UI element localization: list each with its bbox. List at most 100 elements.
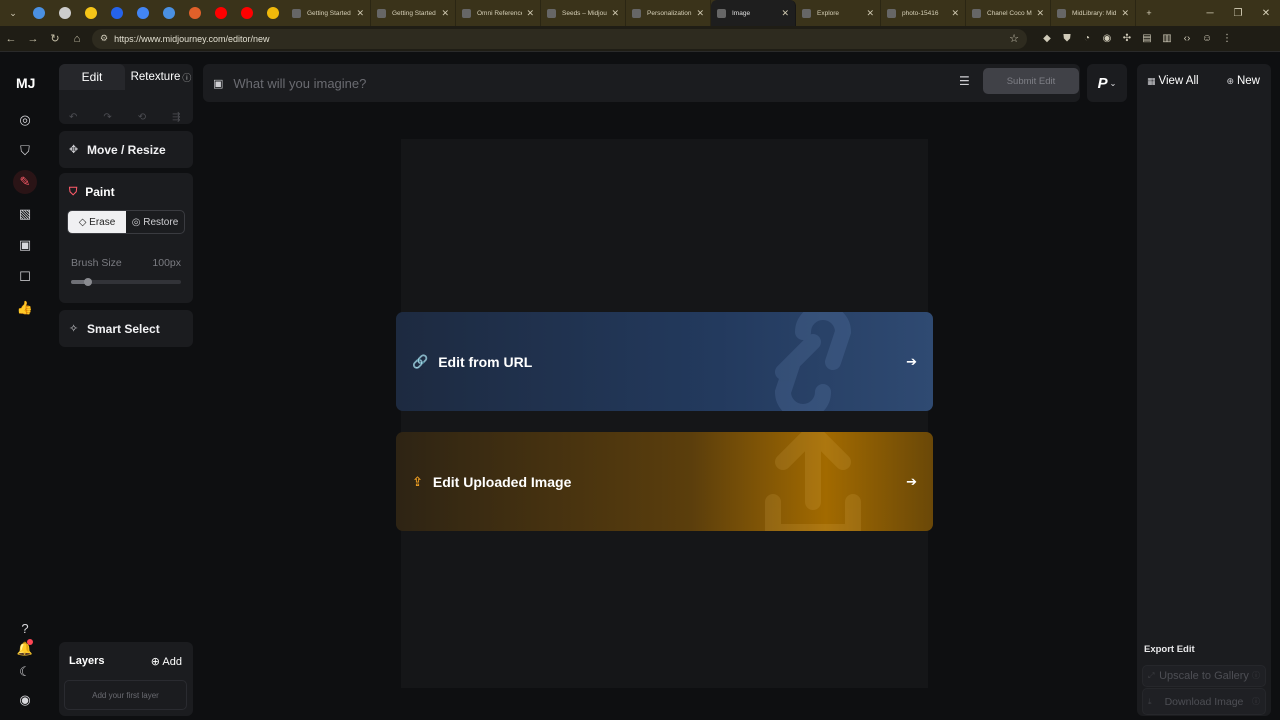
chat-icon[interactable]: ☐ <box>13 265 37 289</box>
close-tab-icon[interactable]: ✕ <box>356 8 364 19</box>
submit-edit-button[interactable]: Submit Edit <box>983 68 1079 94</box>
browser-tab[interactable]: photo-15416 ✕ <box>881 0 966 26</box>
pinned-tab[interactable] <box>182 0 208 26</box>
address-bar[interactable]: ⚙ https://www.midjourney.com/editor/new … <box>92 28 1027 49</box>
logo[interactable]: MJ <box>16 75 35 91</box>
site-favicon-icon <box>241 7 253 19</box>
personalization-menu[interactable]: P ⌄ <box>1087 64 1127 102</box>
restore-button[interactable]: ◎ Restore <box>126 211 184 233</box>
brush-size-slider[interactable] <box>71 278 181 286</box>
flip-icon[interactable]: ⇶ <box>172 112 180 123</box>
browser-tab[interactable]: Getting Started ✕ <box>286 0 371 26</box>
browser-tab[interactable]: Getting Started ✕ <box>371 0 456 26</box>
pinned-tab[interactable] <box>260 0 286 26</box>
paint-button[interactable]: ⛉ Paint <box>69 185 115 199</box>
puzzle-icon[interactable]: ✣ <box>1117 29 1137 49</box>
browser-tab[interactable]: Explore ✕ <box>796 0 881 26</box>
home-button[interactable]: ⌂ <box>66 28 88 50</box>
tab-title: Explore <box>817 9 840 17</box>
account-icon[interactable]: ◉ <box>13 688 37 712</box>
close-tab-icon[interactable]: ✕ <box>951 8 959 19</box>
slider-handle[interactable] <box>83 278 92 286</box>
extension-shield-icon[interactable]: ⛊ <box>1057 29 1077 49</box>
tab-title: Seeds – Midjou <box>562 9 607 17</box>
close-tab-icon[interactable]: ✕ <box>1121 8 1129 19</box>
edit-icon[interactable]: ✎ <box>13 170 37 194</box>
close-window-button[interactable]: ✕ <box>1252 0 1280 26</box>
close-tab-icon[interactable]: ✕ <box>1036 8 1044 19</box>
smart-select-button[interactable]: ✧ Smart Select <box>59 310 193 347</box>
tab-search-button[interactable]: ⌄ <box>0 0 26 26</box>
site-favicon-icon <box>189 7 201 19</box>
reset-icon[interactable]: ⟲ <box>138 112 146 123</box>
tab-retexture[interactable]: Retexture ⓘ <box>129 64 193 90</box>
pinned-tab[interactable] <box>130 0 156 26</box>
tab-edit[interactable]: Edit <box>59 64 125 90</box>
thumbs-up-icon[interactable]: 👍 <box>13 296 37 320</box>
browser-tab[interactable]: Seeds – Midjou ✕ <box>541 0 626 26</box>
pinned-tab[interactable] <box>156 0 182 26</box>
menu-dots-icon[interactable]: ⋮ <box>1217 29 1237 49</box>
extension-icon[interactable]: ◉ <box>1097 29 1117 49</box>
dark-mode-moon-icon[interactable]: ☾ <box>13 660 37 684</box>
upscale-to-gallery-button[interactable]: ⤢ Upscale to Gallery ⓘ <box>1142 665 1266 687</box>
bookmark-star-icon[interactable]: ☆ <box>1009 32 1019 45</box>
edit-from-url-card[interactable]: 🔗 Edit from URL ➔ <box>396 312 933 411</box>
pinned-tab[interactable] <box>208 0 234 26</box>
browser-tab[interactable]: MidLibrary: Mid ✕ <box>1051 0 1136 26</box>
create-brush-icon[interactable]: ⛉ <box>13 139 37 163</box>
download-image-button[interactable]: ⤓ Download Image ⓘ <box>1142 688 1266 715</box>
close-tab-icon[interactable]: ✕ <box>696 8 704 19</box>
explore-compass-icon[interactable]: ◎ <box>13 108 37 132</box>
image-icon[interactable]: ▣ <box>13 233 37 257</box>
browser-tab[interactable]: Personalization ✕ <box>626 0 711 26</box>
browser-toolbar: ← → ↻ ⌂ ⚙ https://www.midjourney.com/edi… <box>0 26 1280 52</box>
prompt-input[interactable] <box>233 75 934 91</box>
notification-bell-icon[interactable]: 🔔 <box>13 637 37 661</box>
edit-uploaded-image-card[interactable]: ⇪ Edit Uploaded Image ➔ <box>396 432 933 531</box>
devtools-icon[interactable]: ‹› <box>1177 29 1197 49</box>
close-tab-icon[interactable]: ✕ <box>781 8 789 19</box>
back-button[interactable]: ← <box>0 28 22 50</box>
pinned-tab[interactable] <box>26 0 52 26</box>
side-panel-icon[interactable]: ▥ <box>1157 29 1177 49</box>
undo-icon[interactable]: ↶ <box>69 112 77 123</box>
settings-sliders-icon[interactable]: ☰ <box>959 74 970 88</box>
pinned-tab[interactable] <box>78 0 104 26</box>
browser-tab[interactable]: Image ✕ <box>711 0 796 26</box>
site-info-icon[interactable]: ⚙ <box>100 33 108 44</box>
close-tab-icon[interactable]: ✕ <box>526 8 534 19</box>
extension-icon[interactable]: ◔ <box>1077 29 1097 49</box>
move-resize-button[interactable]: ✥ Move / Resize <box>59 131 193 168</box>
profile-avatar[interactable]: ☺ <box>1197 29 1217 49</box>
redo-icon[interactable]: ↷ <box>103 112 111 123</box>
layers-title: Layers <box>69 655 105 667</box>
url-text: https://www.midjourney.com/editor/new <box>114 33 270 44</box>
erase-button[interactable]: ◇ Erase <box>68 211 126 233</box>
notification-badge <box>27 639 33 645</box>
minimize-button[interactable]: ─ <box>1196 0 1224 26</box>
browser-tab[interactable]: Chanel Coco M ✕ <box>966 0 1051 26</box>
brush-size-value: 100px <box>152 257 181 269</box>
view-all-button[interactable]: ▦ View All <box>1147 75 1199 87</box>
pinned-tab[interactable] <box>234 0 260 26</box>
tab-edit-label: Edit <box>81 70 103 84</box>
restore-button[interactable]: ❐ <box>1224 0 1252 26</box>
close-tab-icon[interactable]: ✕ <box>441 8 449 19</box>
new-button[interactable]: ⊕ New <box>1226 75 1260 87</box>
forward-button[interactable]: → <box>22 28 44 50</box>
browser-tab[interactable]: Omni Reference ✕ <box>456 0 541 26</box>
site-favicon-icon <box>717 8 726 18</box>
pinned-tab[interactable] <box>104 0 130 26</box>
extension-icon[interactable]: ◆ <box>1037 29 1057 49</box>
site-favicon-icon <box>33 7 45 19</box>
reload-button[interactable]: ↻ <box>44 28 66 50</box>
pinned-tab[interactable] <box>52 0 78 26</box>
organize-icon[interactable]: ▧ <box>13 202 37 226</box>
close-tab-icon[interactable]: ✕ <box>611 8 619 19</box>
add-layer-button[interactable]: ⊕ Add <box>151 655 182 668</box>
image-upload-icon[interactable]: ▣ <box>213 77 223 90</box>
close-tab-icon[interactable]: ✕ <box>866 8 874 19</box>
reading-list-icon[interactable]: ▤ <box>1137 29 1157 49</box>
new-tab-button[interactable]: + <box>1136 0 1162 26</box>
